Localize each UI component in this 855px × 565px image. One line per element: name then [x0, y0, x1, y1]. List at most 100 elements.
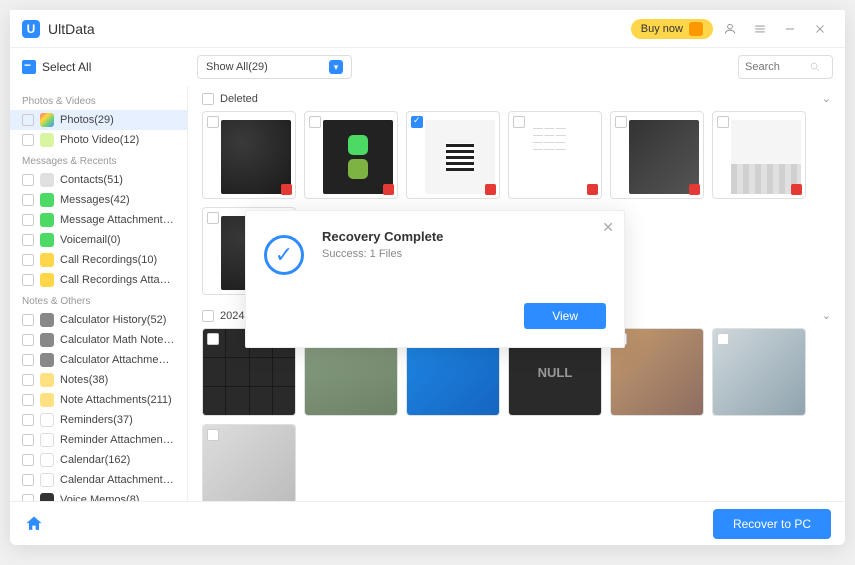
phone-icon: [40, 253, 54, 267]
contacts-icon: [40, 173, 54, 187]
menu-icon[interactable]: [747, 16, 773, 42]
deleted-badge-icon: [383, 184, 394, 195]
thumb-checkbox[interactable]: [615, 116, 627, 128]
notes-icon: [40, 393, 54, 407]
chevron-down-icon[interactable]: ⌄: [822, 309, 831, 322]
titlebar: U UltData Buy now: [10, 10, 845, 48]
buy-now-icon: [689, 22, 703, 36]
account-icon[interactable]: [717, 16, 743, 42]
thumb-checkbox[interactable]: [309, 116, 321, 128]
view-button[interactable]: View: [524, 303, 606, 329]
deleted-badge-icon: [689, 184, 700, 195]
thumb-checkbox[interactable]: [207, 429, 219, 441]
checkbox-indeterminate-icon: [22, 60, 36, 74]
dialog-title: Recovery Complete: [322, 229, 606, 244]
app-title: UltData: [48, 21, 95, 37]
photo-thumbnail[interactable]: [406, 111, 500, 199]
dialog-subtitle: Success: 1 Files: [322, 248, 606, 260]
buy-now-label: Buy now: [641, 23, 683, 35]
home-icon[interactable]: [24, 514, 44, 534]
section-messages-recents: Messages & Recents: [10, 150, 187, 170]
sidebar-item-calculator-attachments[interactable]: Calculator Attachments(30): [10, 350, 187, 370]
calculator-icon: [40, 313, 54, 327]
calendar-icon: [40, 453, 54, 467]
filter-label: Show All(29): [206, 61, 268, 73]
section-notes-others: Notes & Others: [10, 290, 187, 310]
thumb-checkbox[interactable]: [411, 116, 423, 128]
deleted-badge-icon: [281, 184, 292, 195]
chevron-down-icon: [329, 60, 343, 74]
null-placeholder: NULL: [538, 365, 573, 380]
reminders-icon: [40, 413, 54, 427]
video-icon: [40, 133, 54, 147]
photo-thumbnail[interactable]: —— —— ———— —— ———— —— ———— —— ——: [508, 111, 602, 199]
toolbar: Select All Show All(29): [10, 48, 845, 86]
app-window: U UltData Buy now Select All Show All(29…: [10, 10, 845, 545]
voicemail-icon: [40, 233, 54, 247]
sidebar-item-reminder-attachments[interactable]: Reminder Attachments(27): [10, 430, 187, 450]
sidebar-item-call-recording-attachments[interactable]: Call Recordings Attachment...: [10, 270, 187, 290]
group-label: Deleted: [220, 93, 258, 105]
search-icon: [809, 61, 821, 73]
select-all-checkbox[interactable]: Select All: [22, 60, 187, 74]
sidebar-item-message-attachments[interactable]: Message Attachments(16): [10, 210, 187, 230]
close-icon[interactable]: ✕: [602, 219, 614, 236]
group-checkbox[interactable]: [202, 93, 214, 105]
search-input[interactable]: [745, 61, 805, 73]
photo-thumbnail[interactable]: [610, 111, 704, 199]
sidebar-item-voice-memos[interactable]: Voice Memos(8): [10, 490, 187, 501]
photo-thumbnail[interactable]: [304, 111, 398, 199]
sidebar-item-notes[interactable]: Notes(38): [10, 370, 187, 390]
recover-button[interactable]: Recover to PC: [713, 509, 831, 539]
sidebar-item-reminders[interactable]: Reminders(37): [10, 410, 187, 430]
thumb-checkbox[interactable]: [207, 116, 219, 128]
sidebar-item-photo-video[interactable]: Photo Video(12): [10, 130, 187, 150]
minimize-button[interactable]: [777, 16, 803, 42]
group-label: 2024: [220, 310, 244, 322]
photo-thumbnail[interactable]: [712, 111, 806, 199]
sidebar-item-note-attachments[interactable]: Note Attachments(211): [10, 390, 187, 410]
sidebar-item-messages[interactable]: Messages(42): [10, 190, 187, 210]
photo-thumbnail[interactable]: [202, 424, 296, 501]
reminders-icon: [40, 433, 54, 447]
sidebar[interactable]: Photos & Videos Photos(29) Photo Video(1…: [10, 86, 188, 501]
chevron-down-icon[interactable]: ⌄: [822, 92, 831, 105]
filter-dropdown[interactable]: Show All(29): [197, 55, 352, 79]
thumb-checkbox[interactable]: [717, 333, 729, 345]
sidebar-item-calendar-attachments[interactable]: Calendar Attachments(1): [10, 470, 187, 490]
sidebar-item-calculator-history[interactable]: Calculator History(52): [10, 310, 187, 330]
thumb-checkbox[interactable]: [717, 116, 729, 128]
photos-icon: [40, 113, 54, 127]
thumbnail-row: —— —— ———— —— ———— —— ———— —— ——: [202, 111, 831, 199]
buy-now-button[interactable]: Buy now: [631, 19, 713, 39]
section-photos-videos: Photos & Videos: [10, 90, 187, 110]
thumb-checkbox[interactable]: [207, 212, 219, 224]
sidebar-item-voicemail[interactable]: Voicemail(0): [10, 230, 187, 250]
group-header-deleted[interactable]: Deleted ⌄: [202, 86, 831, 111]
sidebar-item-photos[interactable]: Photos(29): [10, 110, 187, 130]
close-button[interactable]: [807, 16, 833, 42]
voice-memo-icon: [40, 493, 54, 501]
photo-thumbnail[interactable]: [202, 111, 296, 199]
checkmark-circle-icon: [264, 235, 304, 275]
recovery-complete-dialog: ✕ Recovery Complete Success: 1 Files Vie…: [245, 210, 625, 348]
thumbnail-row: [202, 424, 831, 501]
sidebar-item-contacts[interactable]: Contacts(51): [10, 170, 187, 190]
phone-icon: [40, 273, 54, 287]
calculator-icon: [40, 353, 54, 367]
attachment-icon: [40, 213, 54, 227]
thumb-checkbox[interactable]: [207, 333, 219, 345]
group-checkbox[interactable]: [202, 310, 214, 322]
footer: Recover to PC: [10, 501, 845, 545]
sidebar-item-calendar[interactable]: Calendar(162): [10, 450, 187, 470]
deleted-badge-icon: [485, 184, 496, 195]
calculator-icon: [40, 333, 54, 347]
search-input-wrapper[interactable]: [738, 55, 833, 79]
notes-icon: [40, 373, 54, 387]
app-logo-icon: U: [22, 20, 40, 38]
thumb-checkbox[interactable]: [513, 116, 525, 128]
sidebar-item-call-recordings[interactable]: Call Recordings(10): [10, 250, 187, 270]
deleted-badge-icon: [791, 184, 802, 195]
photo-thumbnail[interactable]: [712, 328, 806, 416]
sidebar-item-calculator-math-notes[interactable]: Calculator Math Notes(6): [10, 330, 187, 350]
